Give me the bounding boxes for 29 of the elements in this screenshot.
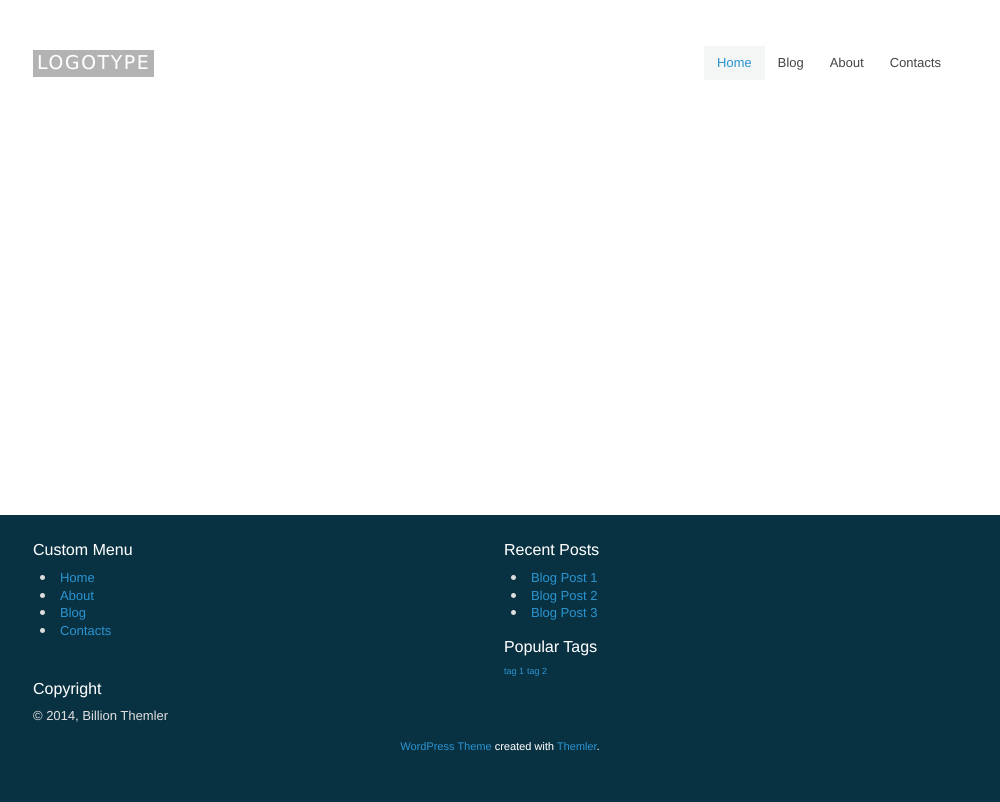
menu-link[interactable]: About: [60, 588, 94, 603]
logo[interactable]: LOGOTYPE: [33, 50, 154, 77]
widget-title: Copyright: [33, 680, 102, 700]
tag-link[interactable]: tag 1: [504, 666, 524, 676]
post-link[interactable]: Blog Post 2: [531, 588, 598, 603]
menu-link[interactable]: Contacts: [60, 622, 112, 638]
bullet-icon: [40, 592, 45, 598]
copyright-text: © 2014, Billion Themler: [33, 708, 170, 722]
widget-title: Popular Tags: [504, 638, 598, 658]
nav-link[interactable]: Blog: [764, 46, 817, 80]
themler-link[interactable]: Themler: [556, 740, 597, 752]
tag-link[interactable]: tag 2: [527, 666, 548, 676]
bullet-icon: [40, 610, 45, 616]
bullet-icon: [511, 610, 516, 616]
bullet-icon: [511, 592, 516, 598]
bullet-icon: [511, 575, 516, 580]
post-link[interactable]: Blog Post 1: [531, 570, 598, 586]
nav-link[interactable]: Contacts: [876, 46, 954, 80]
bullet-icon: [40, 628, 45, 633]
theme-link[interactable]: WordPress Theme: [400, 740, 492, 752]
nav-link[interactable]: Home: [704, 46, 765, 80]
nav-link[interactable]: About: [816, 46, 877, 80]
menu-link[interactable]: Home: [60, 570, 95, 586]
widget-title: Custom Menu: [33, 541, 134, 561]
credits-text: WordPress Theme created with Themler.: [399, 740, 601, 752]
menu-link[interactable]: Blog: [60, 605, 86, 620]
bullet-icon: [40, 575, 45, 580]
post-link[interactable]: Blog Post 3: [531, 605, 598, 620]
widget-title: Recent Posts: [504, 541, 600, 561]
